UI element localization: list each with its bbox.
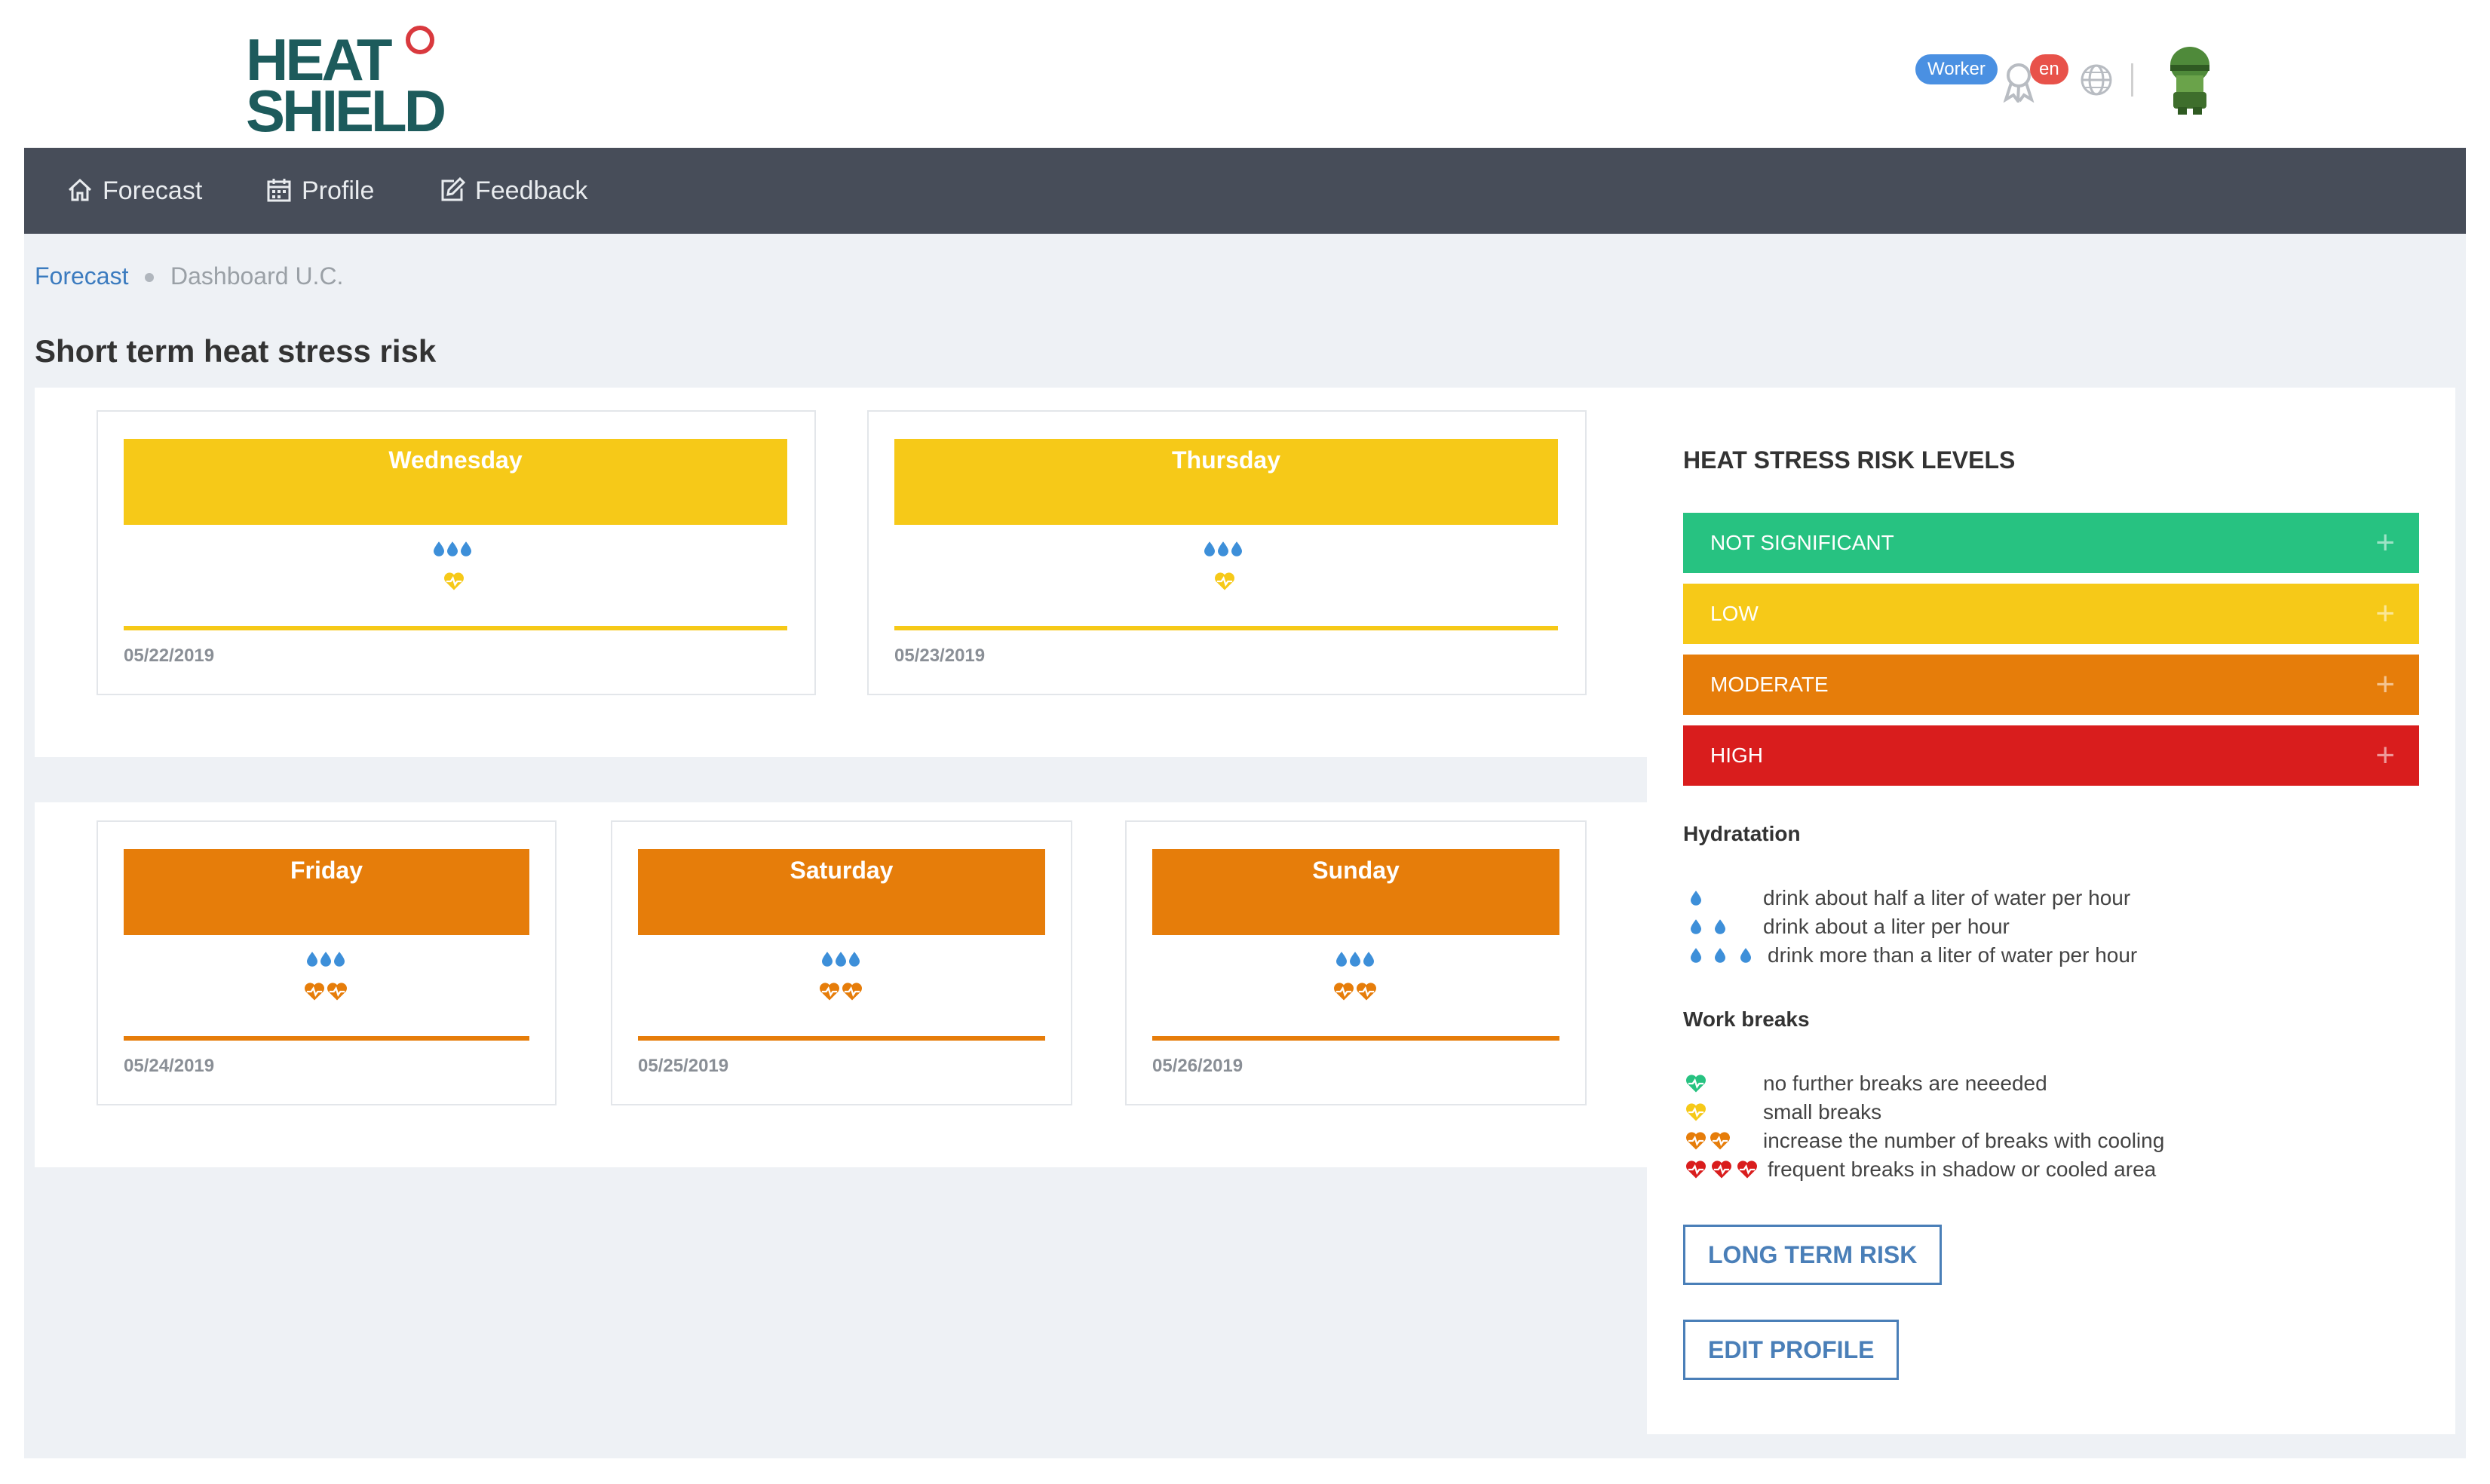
breadcrumb-link-forecast[interactable]: Forecast [35,262,128,290]
risk-level-label: HIGH [1710,744,1763,767]
risk-level-not-significant[interactable]: NOT SIGNIFICANT + [1683,513,2419,573]
expand-plus-icon[interactable]: + [2375,513,2395,573]
break-text: small breaks [1763,1100,1882,1124]
break-text: increase the number of breaks with cooli… [1763,1129,2165,1152]
day-card-saturday[interactable]: Saturday 05/25/2019 [611,820,1072,1105]
nav-item-feedback[interactable]: Feedback [439,148,605,234]
hydration-text: drink about a liter per hour [1763,915,2010,938]
day-date: 05/24/2019 [124,1056,215,1076]
break-row-2: small breaks [1683,1098,2362,1127]
two-drops-icon [1691,919,1725,934]
expand-plus-icon[interactable]: + [2375,584,2395,644]
risk-level-low[interactable]: LOW + [1683,584,2419,644]
work-break-hearts-icon [1332,982,1378,1001]
forecast-panel-weekend: Friday 05/24/2019 Saturday 05/25/2019 Su… [35,802,1647,1167]
break-row-1: no further breaks are neeeded [1683,1069,2362,1098]
work-break-heart-icon [443,572,465,591]
language-badge[interactable]: en [2030,54,2068,84]
hydration-drops-icon [434,541,471,556]
green-heart-icon [1685,1074,1707,1093]
risk-line [1152,1036,1559,1041]
nav-item-label: Feedback [475,176,588,205]
breadcrumb-separator [145,273,154,282]
nav-item-forecast[interactable]: Forecast [66,148,217,234]
hydration-text: drink more than a liter of water per hou… [1768,943,2138,967]
risk-level-label: MODERATE [1710,673,1829,696]
logo-text-shield: SHIELD [246,78,446,144]
day-header: Thursday [894,439,1558,525]
expand-plus-icon[interactable]: + [2375,725,2395,786]
break-row-3: increase the number of breaks with cooli… [1683,1127,2362,1155]
break-text: no further breaks are neeeded [1763,1072,2047,1095]
day-header: Sunday [1152,849,1559,935]
logo-ring-icon [406,26,434,54]
edit-icon [441,176,466,201]
break-text: frequent breaks in shadow or cooled area [1768,1157,2157,1181]
nav-item-label: Forecast [103,176,203,205]
hydration-drops-icon [1204,541,1242,556]
hydration-drops-icon [307,952,345,967]
break-row-4: frequent breaks in shadow or cooled area [1683,1155,2362,1184]
risk-level-label: NOT SIGNIFICANT [1710,531,1894,554]
day-header: Friday [124,849,529,935]
nav-item-profile[interactable]: Profile [265,148,401,234]
risk-line [638,1036,1045,1041]
heatshield-logo[interactable]: HEAT SHIELD [219,23,460,140]
risk-line [124,1036,529,1041]
risk-line [894,626,1558,630]
edit-profile-button[interactable]: EDIT PROFILE [1683,1320,1900,1380]
day-card-wednesday[interactable]: Wednesday 05/22/2019 [97,410,816,695]
day-date: 05/23/2019 [894,645,986,666]
yellow-heart-icon [1685,1102,1707,1122]
three-red-hearts-icon [1685,1160,1759,1179]
day-header: Saturday [638,849,1045,935]
day-header: Wednesday [124,439,787,525]
hydration-row-1: drink about half a liter of water per ho… [1683,884,2362,912]
day-date: 05/26/2019 [1152,1056,1243,1076]
breadcrumb-current: Dashboard U.C. [170,262,344,290]
calendar-icon [267,179,291,202]
globe-icon[interactable] [2080,63,2113,97]
work-break-heart-icon [1213,572,1236,591]
risk-level-label: LOW [1710,602,1759,625]
long-term-risk-button[interactable]: LONG TERM RISK [1683,1225,1943,1285]
day-date: 05/25/2019 [638,1056,729,1076]
hydration-drops-icon [822,952,860,967]
day-card-thursday[interactable]: Thursday 05/23/2019 [867,410,1587,695]
hydration-text: drink about half a liter of water per ho… [1763,886,2131,909]
main-navbar: Forecast Profile Feedback [24,148,2466,234]
header-separator [2131,63,2133,97]
user-avatar[interactable] [2163,42,2217,115]
work-break-hearts-icon [818,982,863,1001]
hydration-row-2: drink about a liter per hour [1683,912,2362,941]
nav-item-label: Profile [302,176,375,205]
role-badge: Worker [1915,54,1998,84]
hydration-title: Hydratation [1683,822,1801,845]
day-card-friday[interactable]: Friday 05/24/2019 [97,820,557,1105]
risk-line [124,626,787,630]
home-icon [68,178,92,201]
day-card-sunday[interactable]: Sunday 05/26/2019 [1125,820,1587,1105]
hydration-drops-icon [1336,952,1374,967]
day-date: 05/22/2019 [124,645,215,666]
three-drops-icon [1691,948,1751,963]
legend-title: HEAT STRESS RISK LEVELS [1683,446,2016,474]
one-drop-icon [1691,891,1701,906]
risk-level-high[interactable]: HIGH + [1683,725,2419,786]
hydration-row-3: drink more than a liter of water per hou… [1683,941,2362,970]
forecast-panel-week-start: Wednesday 05/22/2019 Thursday 05/23/2019 [35,388,1647,757]
page-title: Short term heat stress risk [35,333,437,369]
work-breaks-title: Work breaks [1683,1007,1810,1031]
work-break-hearts-icon [303,982,348,1001]
expand-plus-icon[interactable]: + [2375,655,2395,715]
two-orange-hearts-icon [1685,1131,1731,1151]
risk-level-moderate[interactable]: MODERATE + [1683,655,2419,715]
